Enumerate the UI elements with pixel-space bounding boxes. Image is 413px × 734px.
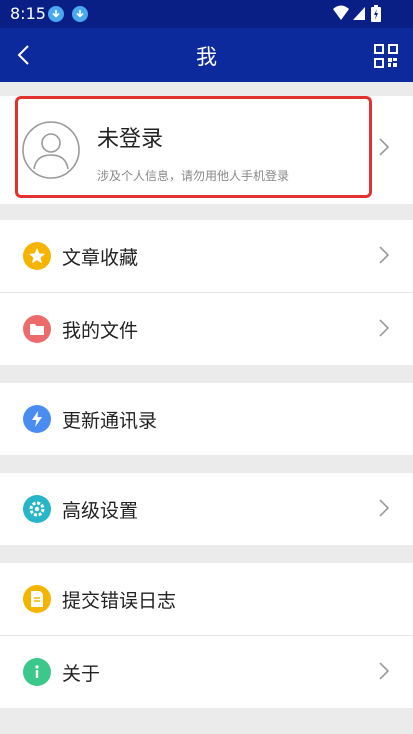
menu-group-settings: 高级设置 — [0, 473, 413, 545]
user-icon — [22, 121, 80, 179]
menu-item-label: 关于 — [62, 663, 101, 685]
info-icon — [23, 658, 51, 686]
menu-item-advanced-settings[interactable]: 高级设置 — [0, 473, 413, 545]
menu-group-contacts: 更新通讯录 — [0, 383, 413, 455]
download-icon — [48, 6, 64, 22]
menu-item-submit-error-log[interactable]: 提交错误日志 — [0, 563, 413, 635]
wifi-icon — [333, 5, 349, 20]
menu-item-label: 高级设置 — [62, 500, 139, 522]
menu-item-label: 提交错误日志 — [62, 590, 177, 612]
menu-item-label: 文章收藏 — [62, 247, 139, 269]
menu-item-label: 我的文件 — [62, 320, 139, 342]
chevron-right-icon — [379, 499, 389, 517]
menu-group-about: 提交错误日志 关于 — [0, 563, 413, 708]
folder-icon — [23, 315, 51, 343]
status-bar: 8:15 — [0, 0, 413, 28]
login-highlight-box[interactable]: 未登录 涉及个人信息，请勿用他人手机登录 — [15, 96, 372, 198]
download-icon — [72, 6, 88, 22]
chevron-right-icon — [379, 662, 389, 680]
cellular-signal-icon — [353, 7, 365, 20]
chevron-right-icon — [379, 319, 389, 337]
refresh-icon — [23, 405, 51, 433]
document-icon — [23, 585, 51, 613]
menu-item-label: 更新通讯录 — [62, 410, 158, 432]
battery-charging-icon — [371, 5, 381, 22]
menu-item-my-files[interactable]: 我的文件 — [0, 293, 413, 365]
chevron-right-icon — [379, 246, 389, 264]
chevron-right-icon — [379, 138, 389, 156]
gear-icon — [23, 495, 51, 523]
profile-card[interactable]: 未登录 涉及个人信息，请勿用他人手机登录 — [0, 96, 413, 204]
login-warning-text: 涉及个人信息，请勿用他人手机登录 — [97, 169, 290, 183]
star-icon — [23, 242, 51, 270]
menu-item-favorites[interactable]: 文章收藏 — [0, 220, 413, 292]
status-time: 8:15 — [10, 4, 46, 23]
page-title: 我 — [196, 45, 217, 69]
qr-code-icon[interactable] — [374, 44, 398, 68]
login-status-title: 未登录 — [97, 127, 164, 152]
menu-group-favorites: 文章收藏 我的文件 — [0, 220, 413, 365]
menu-item-about[interactable]: 关于 — [0, 636, 413, 708]
app-bar: 我 — [0, 28, 413, 82]
menu-item-update-contacts[interactable]: 更新通讯录 — [0, 383, 413, 455]
